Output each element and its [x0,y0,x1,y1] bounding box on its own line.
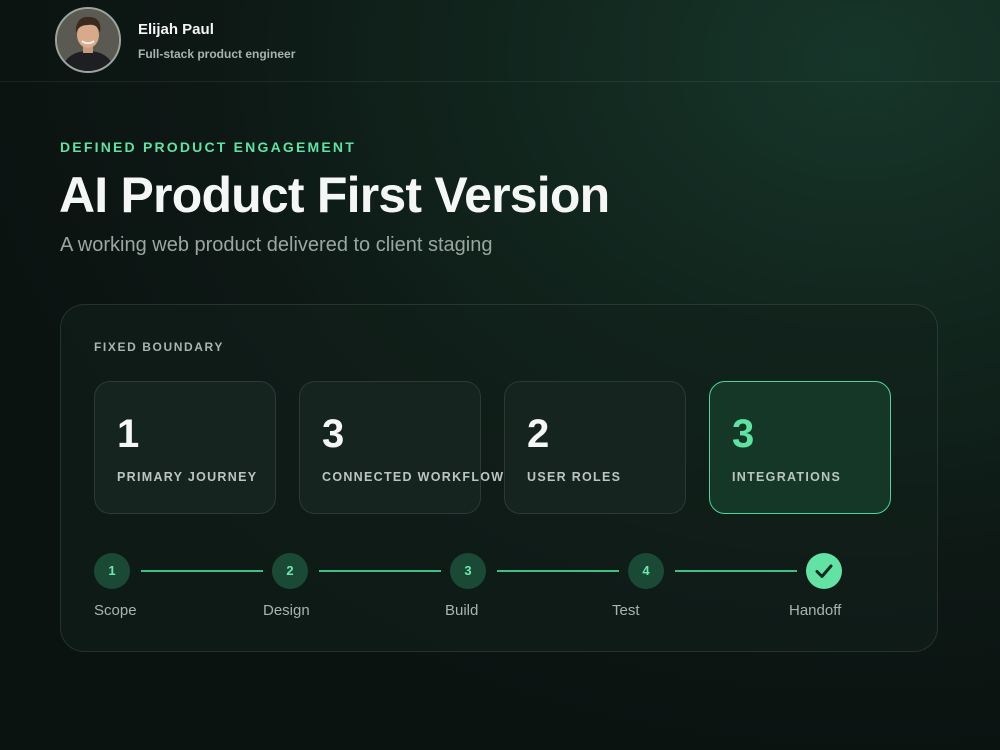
step-label-build: Build [445,602,479,619]
stat-label: INTEGRATIONS [732,470,842,484]
step-label-design: Design [263,602,310,619]
stat-connected-workflows: 3 CONNECTED WORKFLOWS [299,381,513,514]
check-icon [815,564,833,578]
step-build-marker: 3 [450,553,486,589]
stat-primary-journey: 1 PRIMARY JOURNEY [94,381,276,514]
page-title: AI Product First Version [59,167,610,223]
step-connector [675,570,797,572]
fixed-boundary-card: FIXED BOUNDARY 1 PRIMARY JOURNEY 3 CONNE… [60,304,938,652]
profile-role: Full-stack product engineer [138,47,296,61]
step-connector [497,570,619,572]
profile-name: Elijah Paul [138,21,214,38]
step-test-marker: 4 [628,553,664,589]
stat-value: 2 [527,412,550,456]
step-handoff-marker [806,553,842,589]
stat-label: CONNECTED WORKFLOWS [322,470,515,484]
stat-integrations: 3 INTEGRATIONS [709,381,891,514]
stat-label: USER ROLES [527,470,622,484]
stat-value: 3 [732,412,755,456]
page-subtitle: A working web product delivered to clien… [60,234,493,256]
eyebrow-label: DEFINED PRODUCT ENGAGEMENT [60,139,356,155]
stat-label: PRIMARY JOURNEY [117,470,258,484]
profile-header: Elijah Paul Full-stack product engineer [0,0,1000,82]
step-label-test: Test [612,602,640,619]
step-label-handoff: Handoff [789,602,842,619]
avatar [55,7,121,73]
step-connector [319,570,441,572]
stat-user-roles: 2 USER ROLES [504,381,686,514]
card-label: FIXED BOUNDARY [94,340,224,354]
step-label-scope: Scope [94,602,137,619]
step-connector [141,570,263,572]
step-design-marker: 2 [272,553,308,589]
stat-value: 1 [117,412,140,456]
stat-value: 3 [322,412,345,456]
step-scope-marker: 1 [94,553,130,589]
